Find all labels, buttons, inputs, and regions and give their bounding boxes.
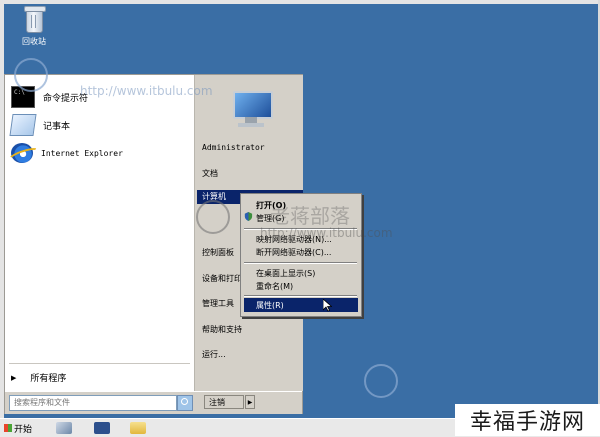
- menu-item-rename[interactable]: 重命名(M): [256, 281, 293, 292]
- watermark-logo-icon: [196, 200, 230, 234]
- logoff-button[interactable]: 注销: [204, 395, 244, 409]
- watermark-url: http://www.itbulu.com: [260, 226, 393, 240]
- start-label: 开始: [14, 424, 33, 435]
- search-box[interactable]: [9, 395, 177, 411]
- program-item-notepad[interactable]: 记事本: [5, 113, 70, 137]
- all-programs-label: 所有程序: [30, 374, 67, 384]
- start-menu-programs-pane: 命令提示符 记事本 Internet Explorer ▶ 所有程序: [5, 75, 194, 391]
- programs-separator: [9, 363, 190, 364]
- powershell-icon[interactable]: [94, 422, 110, 434]
- menu-separator: [244, 262, 357, 264]
- program-item-cmd[interactable]: 命令提示符: [5, 85, 88, 109]
- watermark-url: http://www.itbulu.com: [80, 84, 213, 98]
- search-icon[interactable]: [177, 395, 193, 411]
- devices-printers-link[interactable]: 设备和打印: [202, 273, 242, 284]
- all-programs-button[interactable]: ▶ 所有程序: [11, 371, 67, 385]
- monitor-icon: [233, 91, 273, 119]
- notepad-icon: [9, 114, 37, 136]
- start-button[interactable]: 开始: [4, 421, 32, 435]
- watermark-logo-icon: [364, 364, 398, 398]
- search-input[interactable]: [10, 396, 168, 408]
- window-frame-top: [0, 0, 600, 4]
- watermark-logo-icon: [14, 58, 48, 92]
- control-panel-link[interactable]: 控制面板: [202, 247, 234, 258]
- recycle-bin-label: 回收站: [22, 37, 46, 46]
- menu-item-properties[interactable]: 属性(R): [256, 300, 284, 311]
- triangle-right-icon: ▶: [11, 373, 17, 382]
- server-manager-icon[interactable]: [56, 422, 72, 434]
- help-support-link[interactable]: 帮助和支持: [202, 324, 242, 335]
- site-badge: 幸福手游网: [455, 404, 600, 436]
- start-menu-bottom-bar: 注销 ▶: [5, 391, 302, 414]
- shutdown-options-button[interactable]: ▶: [245, 395, 255, 409]
- menu-item-show-on-desktop[interactable]: 在桌面上显示(S): [256, 268, 315, 279]
- explorer-folder-icon[interactable]: [130, 422, 146, 434]
- user-picture: [227, 85, 275, 131]
- triangle-right-icon: ▶: [247, 398, 253, 406]
- recycle-bin-shortcut[interactable]: 回收站: [14, 6, 54, 47]
- run-link[interactable]: 运行...: [202, 349, 226, 360]
- program-item-ie[interactable]: Internet Explorer: [5, 141, 123, 165]
- menu-item-disconnect-drive[interactable]: 断开网络驱动器(C)...: [256, 247, 331, 258]
- program-item-label: Internet Explorer: [41, 148, 123, 158]
- menu-separator: [244, 295, 357, 297]
- logoff-label: 注销: [209, 397, 225, 407]
- ie-icon: [11, 143, 33, 163]
- watermark-text: 老蒋部落: [270, 204, 350, 228]
- mouse-cursor-icon: [323, 299, 332, 312]
- uac-shield-icon: [244, 212, 253, 221]
- recycle-bin-icon: [23, 6, 46, 33]
- program-item-label: 记事本: [43, 121, 71, 132]
- windows-logo-icon: [4, 424, 12, 432]
- admin-tools-link[interactable]: 管理工具: [202, 298, 234, 309]
- documents-link[interactable]: 文档: [202, 168, 218, 179]
- user-folder-link[interactable]: Administrator: [202, 143, 265, 152]
